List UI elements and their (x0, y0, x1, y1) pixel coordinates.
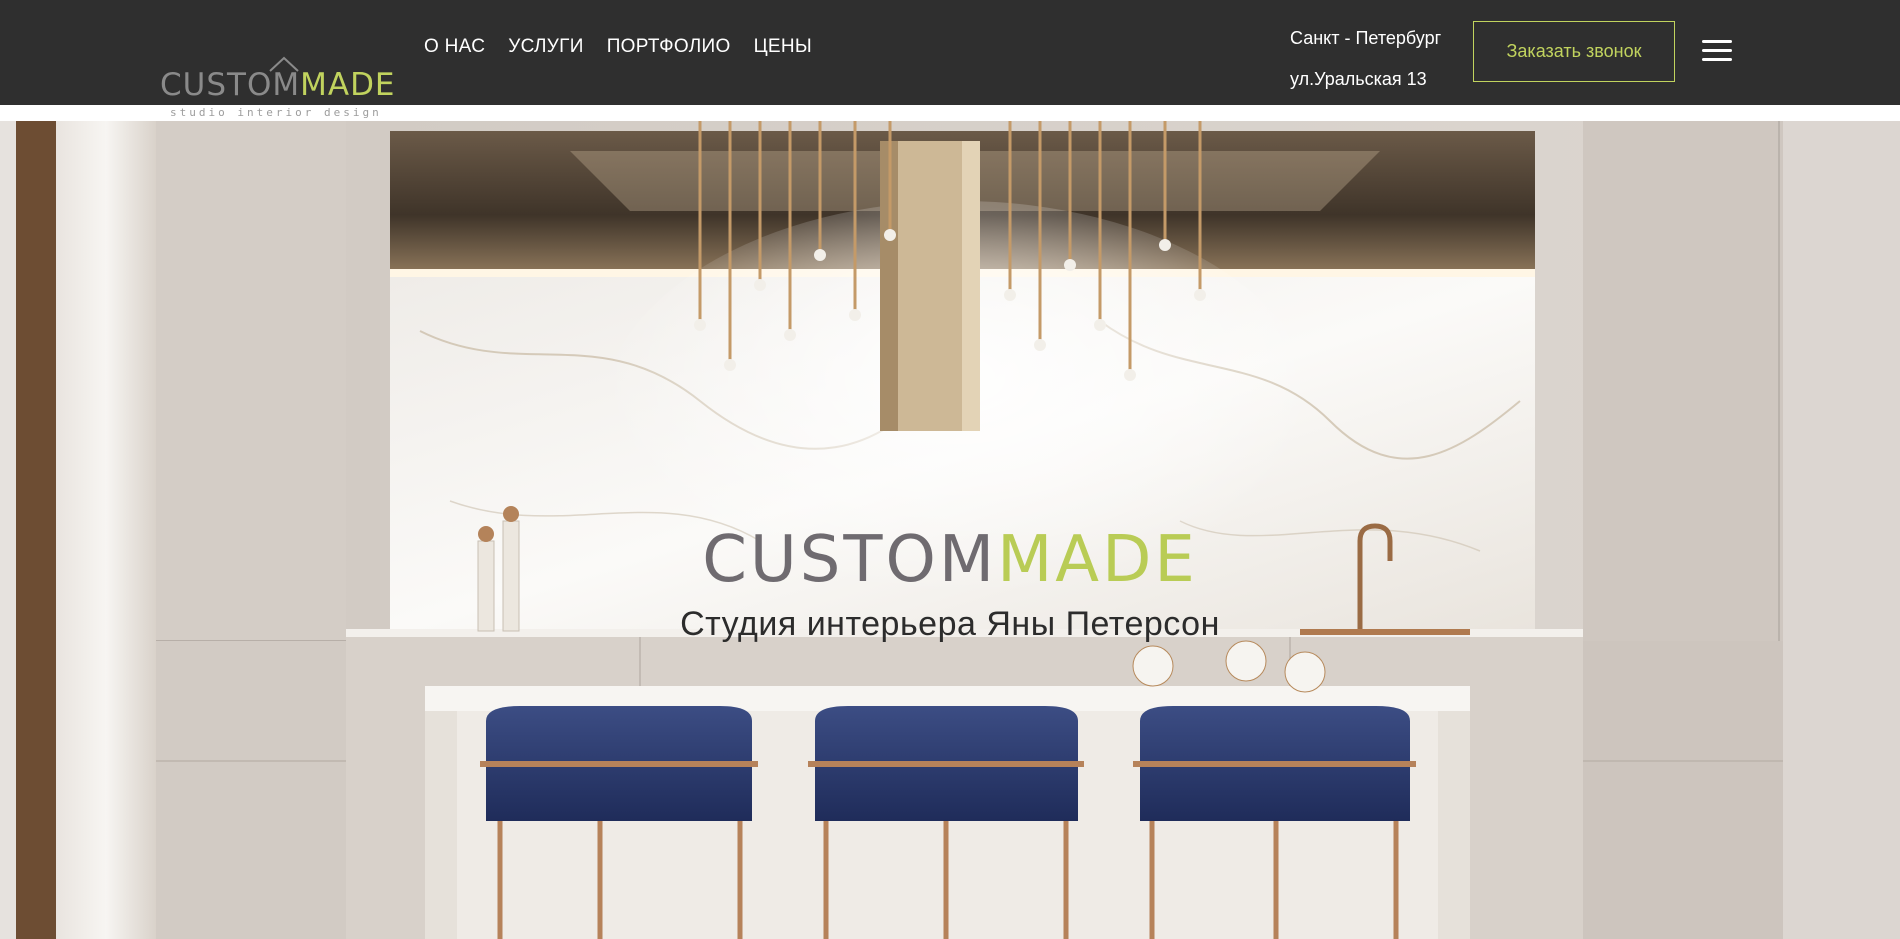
hero-logo-word-custom: CUSTOM (702, 523, 998, 597)
hero-subtitle: Студия интерьера Яны Петерсон (680, 605, 1220, 643)
site-header: CUSTOMMADE studio interior design О НАС … (0, 0, 1900, 119)
hero-logo: CUSTOMMADE (0, 528, 1900, 592)
address-city: Санкт - Петербург (1290, 28, 1442, 48)
nav-item-services[interactable]: УСЛУГИ (508, 36, 583, 58)
address-block: Санкт - Петербург ул.Уральская 13 (1290, 18, 1441, 100)
logo-word-made: MADE (300, 67, 396, 103)
nav-item-about[interactable]: О НАС (424, 36, 485, 58)
logo-tagline: studio interior design (170, 106, 382, 119)
hero-section: CUSTOMMADE Студия интерьера Яны Петерсон (0, 121, 1900, 939)
callback-button[interactable]: Заказать звонок (1473, 21, 1675, 82)
header-logo[interactable]: CUSTOMMADE studio interior design (160, 56, 395, 120)
hero-logo-word-made: MADE (997, 523, 1198, 597)
logo-word-custom: CUSTOM (160, 67, 301, 103)
hamburger-menu-icon[interactable] (1702, 38, 1732, 64)
main-nav: О НАС УСЛУГИ ПОРТФОЛИО ЦЕНЫ (424, 36, 812, 58)
address-street: ул.Уральская 13 (1290, 69, 1427, 89)
logo-wordmark: CUSTOMMADE (160, 70, 396, 101)
nav-item-prices[interactable]: ЦЕНЫ (754, 36, 812, 58)
nav-item-portfolio[interactable]: ПОРТФОЛИО (607, 36, 731, 58)
